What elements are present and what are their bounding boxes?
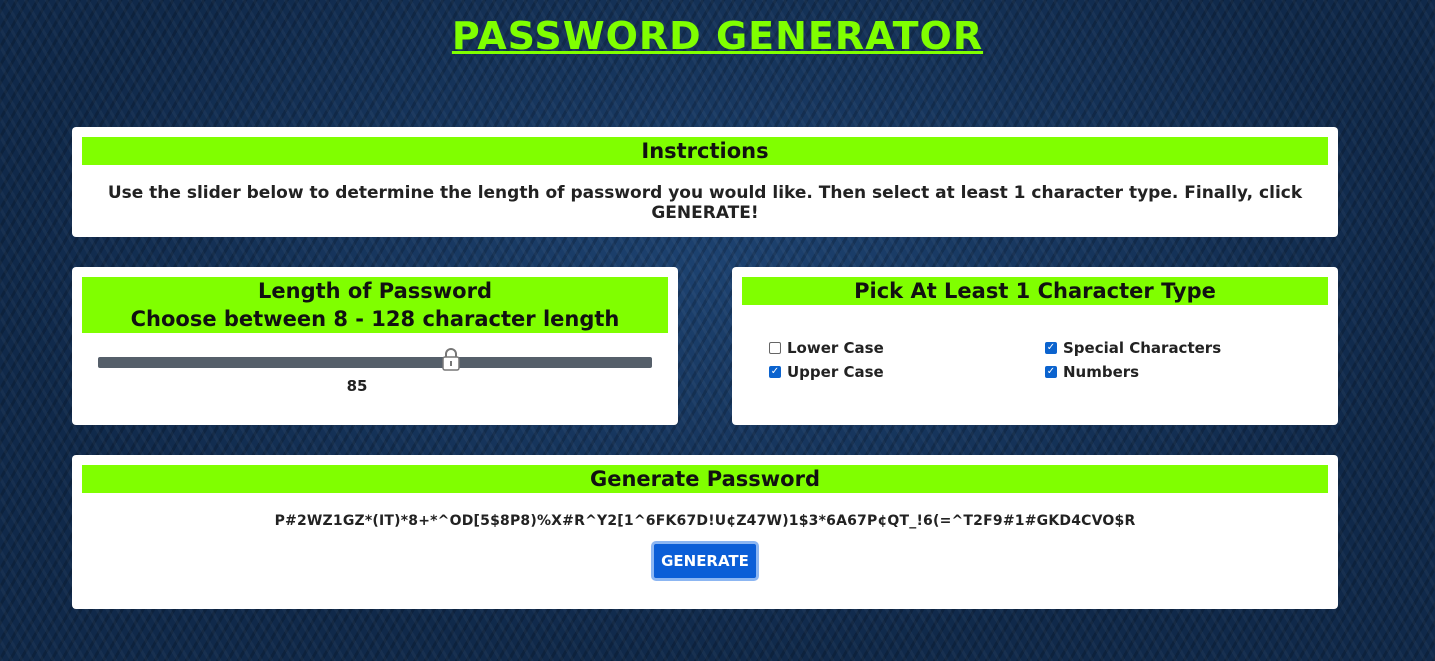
option-lower-case[interactable]: Lower Case: [769, 339, 1045, 357]
generated-password: P#2WZ1GZ*(IT)*8+*^OD[5$8P8)%X#R^Y2[1^6FK…: [274, 513, 1136, 529]
special-characters-label: Special Characters: [1063, 339, 1222, 357]
option-special-characters[interactable]: ✓ Special Characters: [1045, 339, 1321, 357]
option-upper-case[interactable]: ✓ Upper Case: [769, 363, 1045, 381]
character-type-options: Lower Case ✓ Special Characters ✓ Upper …: [769, 339, 1328, 381]
lower-case-checkbox[interactable]: [769, 342, 781, 354]
slider-track[interactable]: [98, 357, 652, 368]
length-card: Length of Password Choose between 8 - 12…: [72, 267, 678, 425]
numbers-label: Numbers: [1063, 363, 1140, 381]
instructions-card: Instrctions Use the slider below to dete…: [72, 127, 1338, 237]
instructions-header: Instrctions: [82, 137, 1328, 165]
upper-case-label: Upper Case: [787, 363, 884, 381]
character-types-header: Pick At Least 1 Character Type: [742, 277, 1328, 305]
generate-card: Generate Password P#2WZ1GZ*(IT)*8+*^OD[5…: [72, 455, 1338, 609]
length-header: Length of Password Choose between 8 - 12…: [82, 277, 668, 333]
length-header-title: Length of Password: [258, 279, 492, 303]
page-title: PASSWORD GENERATOR: [451, 14, 984, 58]
special-characters-checkbox[interactable]: ✓: [1045, 342, 1057, 354]
slider-value: 85: [346, 377, 368, 395]
lock-icon[interactable]: [441, 347, 461, 371]
character-types-card: Pick At Least 1 Character Type Lower Cas…: [732, 267, 1338, 425]
lower-case-label: Lower Case: [787, 339, 884, 357]
upper-case-checkbox[interactable]: ✓: [769, 366, 781, 378]
numbers-checkbox[interactable]: ✓: [1045, 366, 1057, 378]
generate-button[interactable]: GENERATE: [651, 541, 759, 581]
length-header-subtitle: Choose between 8 - 128 character length: [130, 307, 620, 331]
length-slider[interactable]: [98, 348, 652, 373]
generate-header: Generate Password: [82, 465, 1328, 493]
instructions-text: Use the slider below to determine the le…: [107, 183, 1303, 223]
option-numbers[interactable]: ✓ Numbers: [1045, 363, 1321, 381]
